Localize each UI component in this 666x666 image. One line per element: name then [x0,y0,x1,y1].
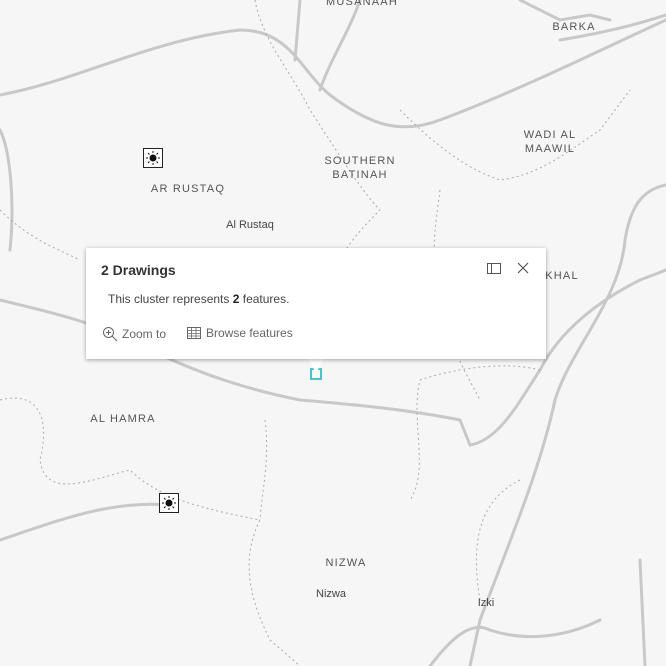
zoom-to-button[interactable]: Zoom to [102,326,166,342]
city-label: Nizwa [316,588,346,600]
sun-icon [162,496,176,510]
region-label: NIZWA [325,557,367,569]
dock-icon [487,263,501,274]
region-label: SOUTHERN BATINAH [324,155,396,181]
sun-icon [146,151,160,165]
city-label: Izki [477,597,495,609]
popup-title: 2 Drawings [101,262,176,278]
region-label: AL HAMRA [90,413,156,425]
body-text: This cluster represents [108,292,233,306]
drawing-marker[interactable] [143,148,163,168]
table-icon [187,327,201,339]
body-text: features. [239,292,290,306]
region-label: BARKA [552,21,596,33]
city-label: Al Rustaq [226,219,274,231]
close-icon [517,262,529,274]
popup-pointer [308,359,324,373]
dock-button[interactable] [486,260,504,278]
close-button[interactable] [515,260,533,278]
region-label: KHAL [545,270,579,282]
drawing-marker[interactable] [159,493,179,513]
region-label: AR RUSTAQ [150,183,226,195]
region-label: WADI AL MAAWIL [523,129,577,155]
region-label: MUSANAAH [326,0,398,8]
browse-features-label: Browse features [206,326,293,340]
zoom-to-label: Zoom to [122,327,167,341]
zoom-in-icon [103,327,118,342]
popup-content: This cluster represents 2 features. [108,292,289,306]
browse-features-button[interactable]: Browse features [186,326,293,340]
feature-popup: 2 Drawings This cluster represents 2 fea… [86,248,546,359]
